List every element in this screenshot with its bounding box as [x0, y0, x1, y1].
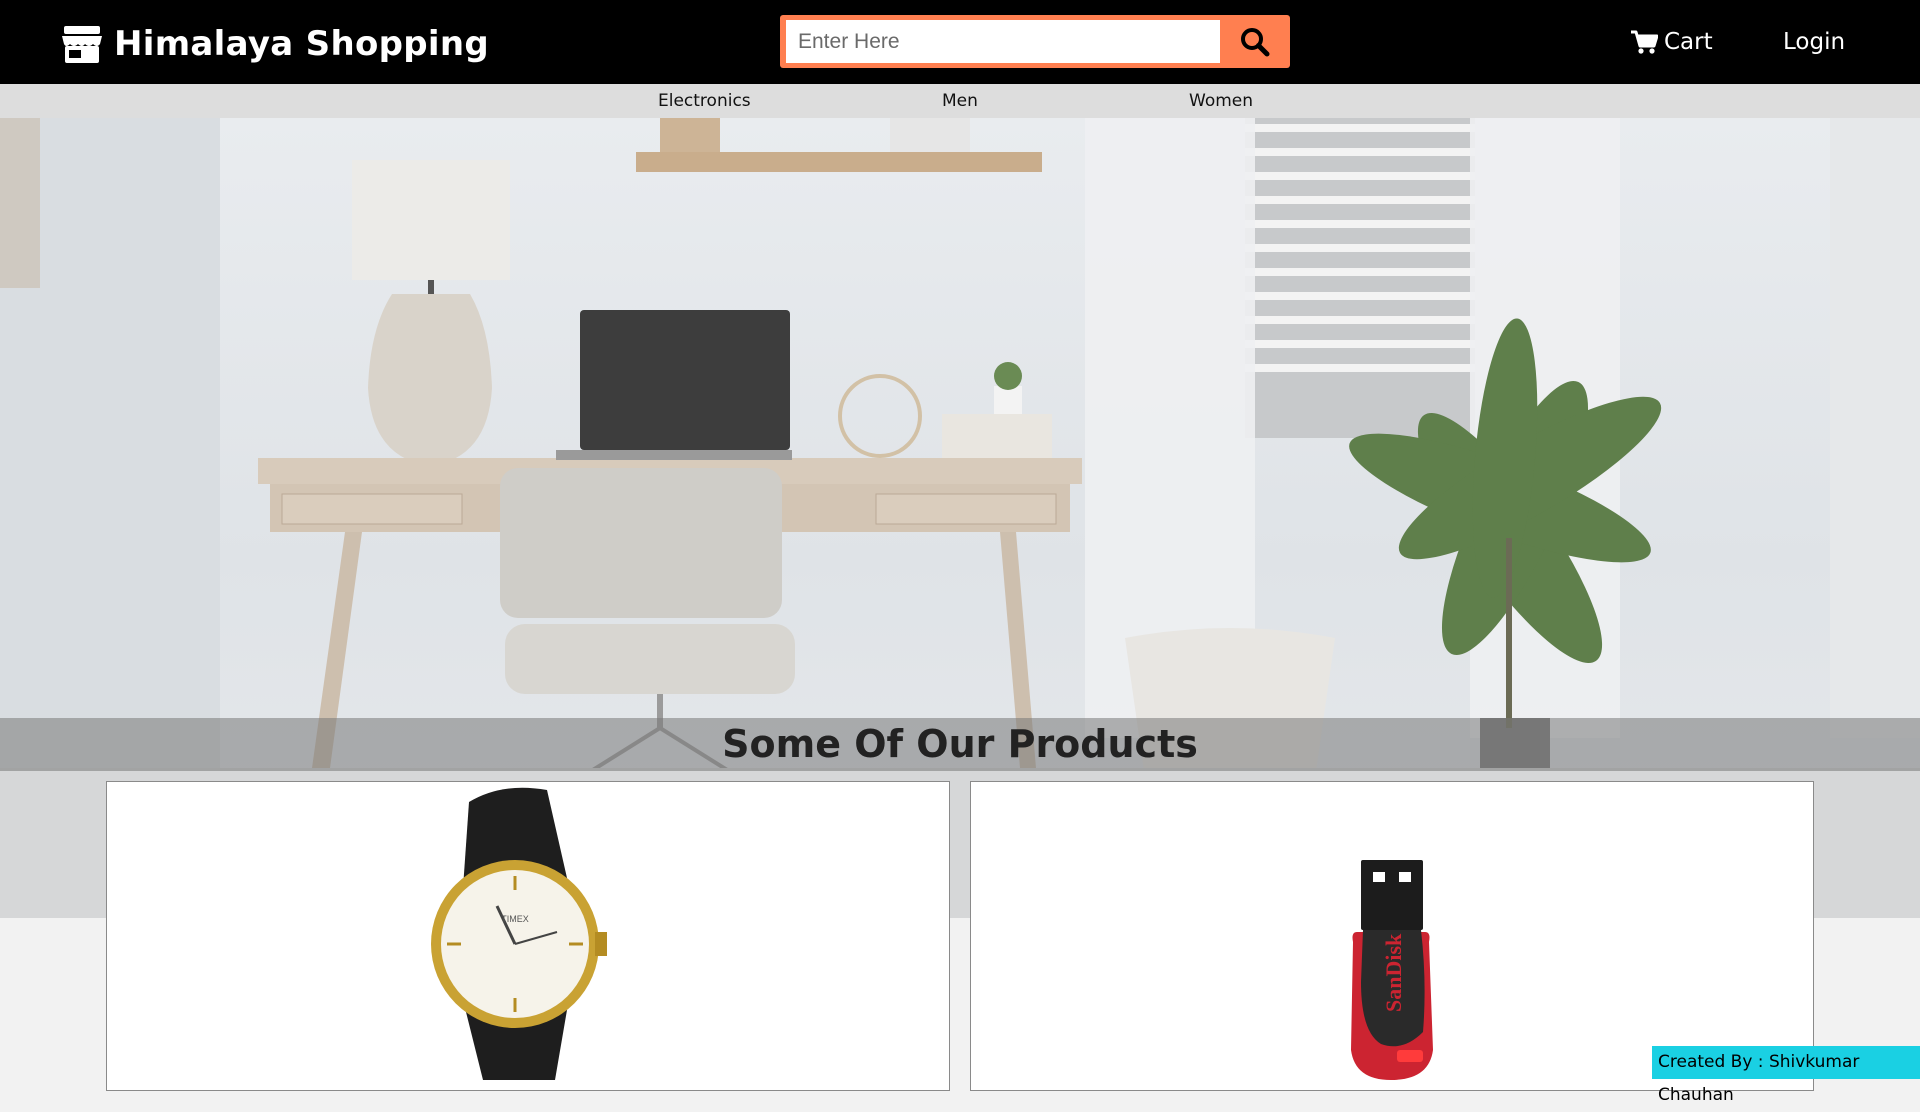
creator-credit: Created By : Shivkumar Chauhan: [1652, 1046, 1920, 1105]
category-bar: Electronics Men Women: [0, 84, 1920, 118]
search-icon: [1241, 27, 1270, 56]
login-label: Login: [1783, 29, 1846, 55]
product-card-usb[interactable]: SanDisk: [970, 781, 1814, 1091]
brand-logo[interactable]: Himalaya Shopping: [60, 22, 489, 66]
cart-link[interactable]: Cart: [1630, 0, 1713, 84]
product-card-watch[interactable]: TIMEX: [106, 781, 950, 1091]
brand-title: Himalaya Shopping: [114, 24, 489, 64]
login-link[interactable]: Login: [1783, 0, 1845, 84]
store-icon: [62, 26, 102, 63]
cart-icon: [1631, 30, 1658, 54]
category-electronics[interactable]: Electronics: [658, 84, 751, 118]
wrist-watch-image: TIMEX: [431, 787, 607, 1080]
category-women[interactable]: Women: [1189, 84, 1253, 118]
usb-brand-mark: SanDisk: [1381, 933, 1406, 1012]
search-button[interactable]: [1220, 15, 1290, 68]
cart-label: Cart: [1664, 29, 1713, 55]
search-input[interactable]: [786, 20, 1220, 63]
category-men[interactable]: Men: [942, 84, 978, 118]
watch-brand-mark: TIMEX: [501, 914, 529, 924]
section-title: Some Of Our Products: [722, 722, 1198, 766]
usb-flash-drive-image: SanDisk: [1351, 860, 1433, 1080]
top-navbar: Himalaya Shopping Cart Login: [0, 0, 1920, 84]
search-bar: [780, 15, 1290, 68]
